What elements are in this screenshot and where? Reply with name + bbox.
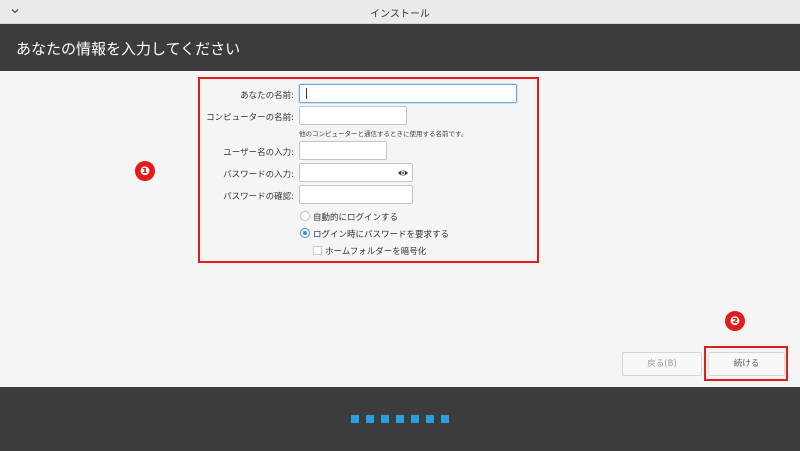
page-title: あなたの情報を入力してください	[16, 40, 241, 58]
window-title: インストール	[370, 9, 430, 20]
annotation-box-form	[198, 77, 539, 263]
progress-step	[366, 415, 374, 423]
progress-step	[396, 415, 404, 423]
annotation-marker-1: ❶	[135, 161, 155, 181]
progress-step	[441, 415, 449, 423]
continue-button[interactable]: 続ける	[708, 352, 785, 376]
page-header: あなたの情報を入力してください	[0, 24, 800, 71]
back-button[interactable]: 戻る(B)	[622, 352, 702, 376]
window-titlebar: インストール	[0, 0, 800, 24]
annotation-marker-2: ❷	[725, 311, 745, 331]
progress-step	[411, 415, 419, 423]
progress-step	[351, 415, 359, 423]
progress-step	[426, 415, 434, 423]
progress-step	[381, 415, 389, 423]
